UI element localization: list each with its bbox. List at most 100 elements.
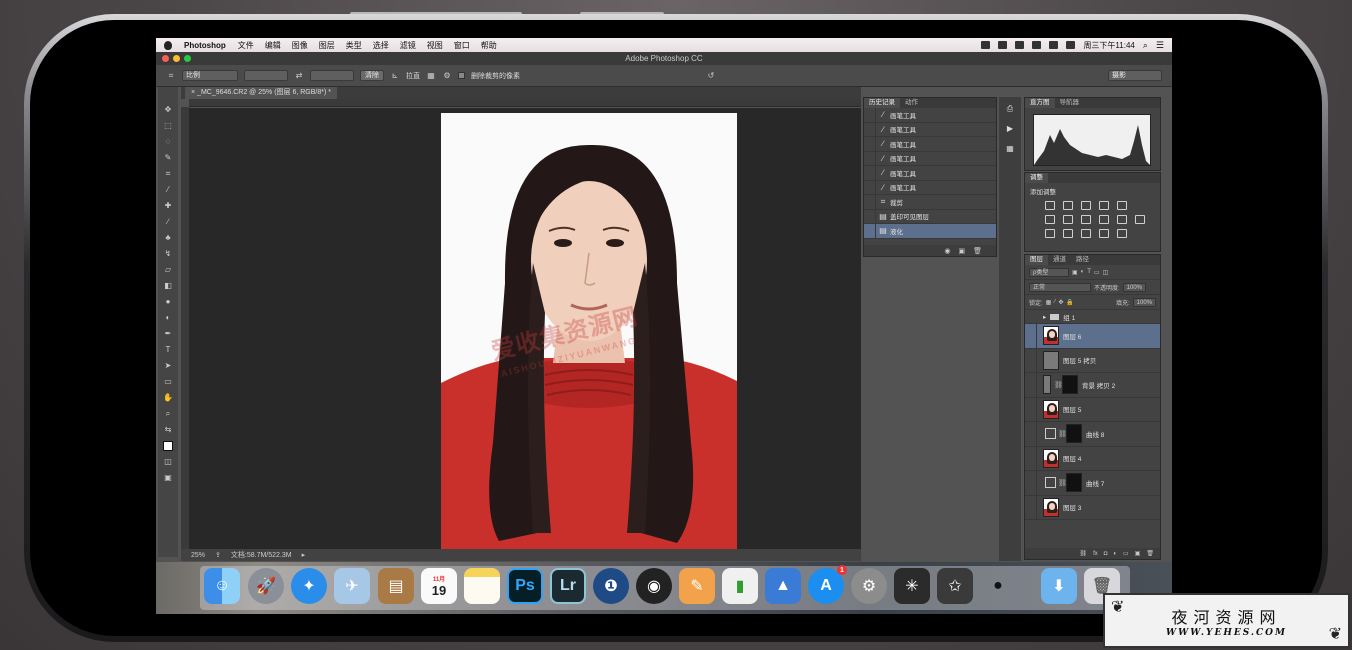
menu-app-name[interactable]: Photoshop [184, 41, 226, 50]
chain-link-icon[interactable]: ⛓ [1054, 381, 1063, 389]
history-item[interactable]: ∕ 画笔工具 [864, 122, 996, 137]
filter-pixel-icon[interactable]: ▣ [1072, 269, 1078, 276]
eraser-tool-icon[interactable]: ▱ [163, 265, 173, 275]
tab-channels[interactable]: 通道 [1048, 255, 1071, 265]
filter-shape-icon[interactable]: ▭ [1094, 269, 1100, 276]
grid-overlay-icon[interactable]: ▦ [426, 71, 436, 81]
menu-view[interactable]: 视图 [427, 40, 443, 51]
black-white-icon[interactable] [1081, 215, 1091, 224]
channel-mixer-icon[interactable] [1117, 215, 1127, 224]
fill-field[interactable]: 100% [1132, 297, 1156, 307]
width-field[interactable] [244, 70, 288, 81]
trash-icon[interactable]: 🗑 [973, 247, 982, 255]
move-tool-icon[interactable]: ✥ [163, 105, 173, 115]
eyedropper-tool-icon[interactable]: ⁄ [163, 185, 173, 195]
preview-icon[interactable]: ✈ [334, 568, 370, 604]
layer-kind-filter[interactable]: ρ类型 [1029, 267, 1069, 277]
filter-adjust-icon[interactable]: ◐ [1081, 269, 1085, 275]
chain-link-icon[interactable]: ⛓ [1058, 479, 1067, 487]
tab-histogram[interactable]: 直方图 [1025, 98, 1055, 108]
height-field[interactable] [310, 70, 354, 81]
link-layers-icon[interactable]: ⛓ [1079, 550, 1087, 557]
pen-tool-icon[interactable]: ✒ [163, 329, 173, 339]
share-icon[interactable]: ⇪ [215, 551, 221, 559]
color-balance-icon[interactable] [1063, 215, 1073, 224]
layer-row[interactable]: 图层 5 拷贝 [1025, 348, 1160, 373]
path-select-tool-icon[interactable]: ➤ [163, 361, 173, 371]
levels-icon[interactable] [1063, 201, 1073, 210]
visibility-toggle[interactable] [1025, 324, 1037, 348]
blur-tool-icon[interactable]: ● [163, 297, 173, 307]
quick-mask-icon[interactable]: ◫ [163, 457, 173, 467]
lock-paint-icon[interactable]: ∕ [1054, 299, 1055, 305]
menubar-clock[interactable]: 周三下午11:44 [1083, 40, 1134, 51]
brightness-icon[interactable] [1045, 201, 1055, 210]
menu-file[interactable]: 文件 [238, 40, 254, 51]
menu-help[interactable]: 帮助 [481, 40, 497, 51]
foreground-color-swatch[interactable] [163, 441, 173, 451]
tab-layers[interactable]: 图层 [1025, 255, 1048, 265]
hand-tool-icon[interactable]: ✋ [163, 393, 173, 403]
actions-play-icon[interactable]: ▶ [1004, 123, 1016, 135]
shape-tool-icon[interactable]: ▭ [163, 377, 173, 387]
lock-pixels-icon[interactable]: ▦ [1046, 299, 1052, 306]
history-item[interactable]: ⌗ 裁剪 [864, 195, 996, 210]
lightroom-icon[interactable]: Lr [550, 568, 586, 604]
layer-row[interactable]: ⛓ 曲线 8 [1025, 422, 1160, 447]
final-cut-icon[interactable]: ✳ [894, 568, 930, 604]
add-mask-icon[interactable]: ◘ [1104, 551, 1108, 557]
quick-select-tool-icon[interactable]: ✎ [163, 153, 173, 163]
threshold-icon[interactable] [1081, 229, 1091, 238]
camera-app-icon[interactable]: ◉ [636, 568, 672, 604]
new-group-icon[interactable]: ▭ [1123, 550, 1129, 557]
tab-adjustments[interactable]: 调整 [1025, 173, 1048, 183]
canvas-area[interactable]: 爱收集资源网 AISHOUJIZIYUANWANG [189, 108, 861, 549]
monitor-icon[interactable] [1032, 41, 1042, 49]
visibility-toggle[interactable] [1025, 495, 1037, 519]
layer-row[interactable]: 图层 5 [1025, 397, 1160, 422]
settings-gear-icon[interactable]: ⚙ [442, 71, 452, 81]
marquee-tool-icon[interactable]: ⬚ [163, 121, 173, 131]
history-item[interactable]: ∕ 画笔工具 [864, 180, 996, 195]
swap-icon[interactable]: ⇄ [294, 71, 304, 81]
history-brush-tool-icon[interactable]: ↯ [163, 249, 173, 259]
visibility-toggle[interactable] [1025, 373, 1037, 397]
menu-image[interactable]: 图像 [292, 40, 308, 51]
doc-size[interactable]: 文档:58.7M/522.3M [231, 550, 292, 560]
color-lookup-icon[interactable] [1135, 215, 1145, 224]
blend-mode-dropdown[interactable]: 正常 [1029, 282, 1091, 292]
straighten-icon[interactable]: ⊾ [390, 71, 400, 81]
visibility-toggle[interactable] [1025, 446, 1037, 470]
system-preferences-icon[interactable]: ⚙ [851, 568, 887, 604]
delete-cropped-checkbox[interactable] [458, 72, 465, 79]
layer-row[interactable]: ⛓ 背景 拷贝 2 [1025, 373, 1160, 398]
crop-tool-icon[interactable]: ⌗ [166, 71, 176, 81]
menu-filter[interactable]: 滤镜 [400, 40, 416, 51]
notification-icon[interactable]: ☰ [1156, 40, 1164, 51]
chain-link-icon[interactable]: ⛓ [1058, 430, 1067, 438]
1password-icon[interactable]: ❶ [593, 568, 629, 604]
type-tool-icon[interactable]: T [163, 345, 173, 355]
layer-row[interactable]: 图层 6 [1025, 324, 1160, 349]
visibility-toggle[interactable] [1025, 422, 1037, 446]
menu-type[interactable]: 类型 [346, 40, 362, 51]
exposure-icon[interactable] [1099, 201, 1109, 210]
scissors-icon[interactable] [1015, 41, 1025, 49]
menu-window[interactable]: 窗口 [454, 40, 470, 51]
layer-group-row[interactable]: ▸ 组 1 [1025, 310, 1160, 324]
visibility-toggle[interactable] [1025, 348, 1037, 372]
vibrance-icon[interactable] [1117, 201, 1127, 210]
spotlight-icon[interactable]: ⌕ [1143, 40, 1148, 51]
numbers-icon[interactable]: ▮ [722, 568, 758, 604]
calendar-icon[interactable]: 11月 19 [421, 568, 457, 604]
selective-color-icon[interactable] [1099, 229, 1109, 238]
gradient-tool-icon[interactable]: ◧ [163, 281, 173, 291]
launchpad-icon[interactable]: 🚀 [248, 568, 284, 604]
gradient-map-icon[interactable] [1117, 229, 1127, 238]
tab-actions[interactable]: 动作 [900, 98, 923, 108]
curves-icon[interactable] [1081, 201, 1091, 210]
camera-icon[interactable] [981, 41, 991, 49]
wifi-icon[interactable] [1049, 41, 1059, 49]
history-item[interactable]: ∕ 画笔工具 [864, 166, 996, 181]
history-item[interactable]: ∕ 画笔工具 [864, 137, 996, 152]
